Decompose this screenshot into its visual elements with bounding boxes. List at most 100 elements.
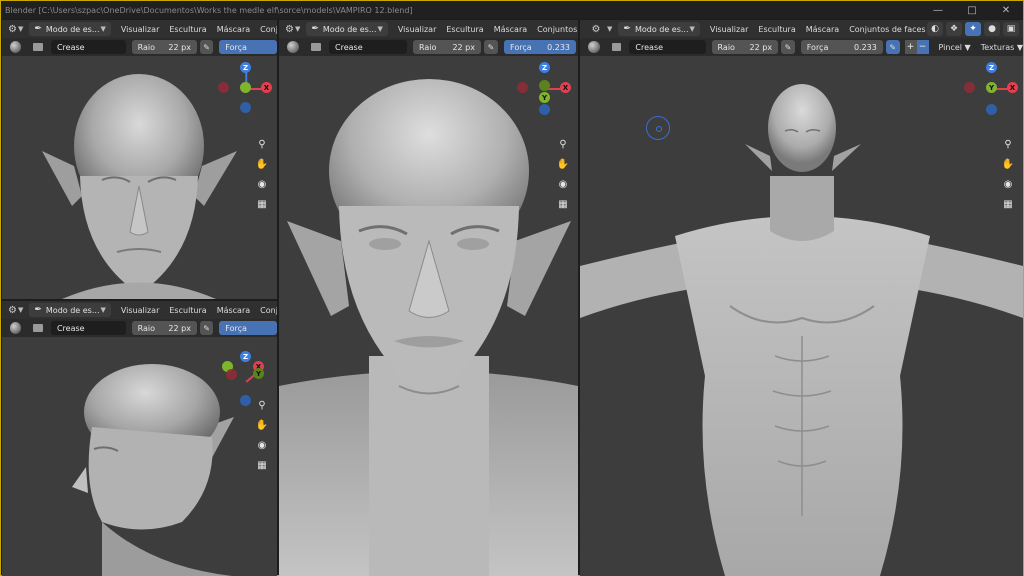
gizmo-neg-z-axis[interactable] <box>986 104 997 115</box>
brush-name-field[interactable]: Crease <box>329 40 407 54</box>
navigation-gizmo[interactable]: Z X Y <box>517 60 573 116</box>
3d-viewport[interactable]: Z X Y ⚲ ✋ ◉ ▦ <box>2 337 277 576</box>
zoom-icon[interactable]: ⚲ <box>254 397 270 413</box>
gizmo-z-axis[interactable]: Z <box>986 62 997 73</box>
folder-icon[interactable] <box>33 324 43 332</box>
strength-field[interactable]: Força <box>219 321 277 335</box>
zoom-icon[interactable]: ⚲ <box>555 136 571 152</box>
radius-field[interactable]: Raio 22 px <box>131 40 197 54</box>
gizmo-neg-x-axis[interactable] <box>517 82 528 93</box>
gizmo-x-axis[interactable]: X <box>261 82 272 93</box>
add-direction-button[interactable]: + <box>904 40 917 54</box>
camera-icon[interactable]: ◉ <box>254 176 270 192</box>
3d-viewport[interactable]: Z X Y ⚲ ✋ ◉ ▦ <box>580 56 1023 576</box>
radius-field[interactable]: Raio 22 px <box>711 40 779 54</box>
hand-pan-icon[interactable]: ✋ <box>254 156 270 172</box>
minimize-icon[interactable]: — <box>921 1 955 19</box>
menu-escultura[interactable]: Escultura <box>758 25 795 34</box>
editor-type-icon[interactable]: ⚙ <box>586 24 606 35</box>
gizmo-neg-y-axis[interactable] <box>539 80 550 91</box>
editor-type-icon[interactable]: ⚙ <box>285 24 294 35</box>
zoom-icon[interactable]: ⚲ <box>254 136 270 152</box>
navigation-gizmo[interactable]: Z X <box>218 60 274 116</box>
gizmo-y-axis[interactable]: Y <box>986 82 997 93</box>
gizmo-z-axis[interactable]: Z <box>240 62 251 73</box>
gizmo-x-axis[interactable]: X <box>560 82 571 93</box>
folder-icon[interactable] <box>311 43 321 51</box>
folder-icon[interactable] <box>611 43 622 51</box>
pen-pressure-icon[interactable]: ✎ <box>199 40 214 54</box>
hand-pan-icon[interactable]: ✋ <box>555 156 571 172</box>
mode-selector[interactable]: ✒ Modo de es... ▼ <box>306 22 388 36</box>
strength-field[interactable]: Força 0.233 <box>504 40 576 54</box>
editor-type-icon[interactable]: ⚙ <box>8 305 17 316</box>
menu-visualizar[interactable]: Visualizar <box>710 25 749 34</box>
window-toggle-icon[interactable]: ▣ <box>1003 22 1019 36</box>
3d-viewport[interactable]: Z X Y ⚲ ✋ ◉ ▦ <box>279 56 578 576</box>
mode-selector[interactable]: ✒ Modo de es... ▼ <box>618 22 700 36</box>
gizmo-neg-z-axis[interactable] <box>539 104 550 115</box>
pen-pressure-icon[interactable]: ✎ <box>199 321 214 335</box>
brush-preview-icon[interactable] <box>10 41 22 53</box>
brush-preview-icon[interactable] <box>588 41 600 53</box>
gizmo-toggle-icon[interactable]: ❖ <box>946 22 962 36</box>
subtract-direction-button[interactable]: − <box>916 40 929 54</box>
brush-name-field[interactable]: Crease <box>50 321 126 335</box>
menu-escultura[interactable]: Escultura <box>169 25 206 34</box>
mode-selector[interactable]: ✒ Modo de es... ▼ <box>29 303 111 317</box>
gizmo-z-axis[interactable]: Z <box>539 62 550 73</box>
3d-viewport[interactable]: Z X ⚲ ✋ ◉ ▦ <box>2 56 277 299</box>
strength-pressure-icon[interactable]: ✎ <box>885 40 900 54</box>
menu-escultura[interactable]: Escultura <box>169 306 206 315</box>
menu-mascara[interactable]: Máscara <box>217 25 250 34</box>
gizmo-neg-y-axis[interactable]: Y <box>253 368 264 379</box>
menu-visualizar[interactable]: Visualizar <box>121 306 160 315</box>
navigation-gizmo[interactable]: Z X Y <box>964 60 1020 116</box>
brush-name-field[interactable]: Crease <box>50 40 126 54</box>
gizmo-neg-x-axis[interactable] <box>226 369 237 380</box>
gizmo-neg-x-axis[interactable] <box>964 82 975 93</box>
gizmo-neg-z-axis[interactable] <box>240 102 251 113</box>
menu-conjuntos-de-faces[interactable]: Conjuntos de faces <box>849 25 925 34</box>
gizmo-y-axis[interactable] <box>240 82 251 93</box>
menu-conjuntos[interactable]: Conjuntos de <box>260 306 277 315</box>
gizmo-y-axis[interactable]: Y <box>539 92 550 103</box>
menu-visualizar[interactable]: Visualizar <box>398 25 437 34</box>
menu-conjuntos[interactable]: Conjuntos de <box>260 25 277 34</box>
folder-icon[interactable] <box>33 43 43 51</box>
grid-view-icon[interactable]: ▦ <box>1000 196 1016 212</box>
zoom-icon[interactable]: ⚲ <box>1000 136 1016 152</box>
gizmo-x-axis[interactable]: X <box>1007 82 1018 93</box>
shading-icon[interactable]: ● <box>984 22 1000 36</box>
grid-view-icon[interactable]: ▦ <box>555 196 571 212</box>
radius-field[interactable]: Raio 22 px <box>413 40 481 54</box>
brush-name-field[interactable]: Crease <box>629 40 706 54</box>
menu-mascara[interactable]: Máscara <box>494 25 527 34</box>
hand-pan-icon[interactable]: ✋ <box>254 417 270 433</box>
brush-menu[interactable]: Pincel ▼ <box>939 43 971 52</box>
gizmo-z-axis[interactable]: Z <box>240 351 251 362</box>
camera-icon[interactable]: ◉ <box>1000 176 1016 192</box>
menu-conjuntos-de-faces[interactable]: Conjuntos de faces <box>537 25 578 34</box>
hand-pan-icon[interactable]: ✋ <box>1000 156 1016 172</box>
editor-type-icon[interactable]: ⚙ <box>8 24 17 35</box>
menu-mascara[interactable]: Máscara <box>217 306 250 315</box>
brush-preview-icon[interactable] <box>10 322 22 334</box>
strength-field[interactable]: Força 0.233 <box>800 40 883 54</box>
maximize-icon[interactable]: □ <box>955 1 989 19</box>
camera-icon[interactable]: ◉ <box>555 176 571 192</box>
menu-mascara[interactable]: Máscara <box>806 25 839 34</box>
brush-preview-icon[interactable] <box>287 41 299 53</box>
grid-view-icon[interactable]: ▦ <box>254 196 270 212</box>
symmetry-icon[interactable]: ✦ <box>965 22 981 36</box>
pen-pressure-icon[interactable]: ✎ <box>781 40 795 54</box>
mode-selector[interactable]: ✒ Modo de es... ▼ <box>29 22 111 36</box>
menu-visualizar[interactable]: Visualizar <box>121 25 160 34</box>
menu-escultura[interactable]: Escultura <box>446 25 483 34</box>
gizmo-neg-x-axis[interactable] <box>218 82 229 93</box>
texture-menu[interactable]: Texturas ▼ <box>981 43 1023 52</box>
camera-icon[interactable]: ◉ <box>254 437 270 453</box>
pen-pressure-icon[interactable]: ✎ <box>484 40 498 54</box>
grid-view-icon[interactable]: ▦ <box>254 457 270 473</box>
close-icon[interactable]: ✕ <box>989 1 1023 19</box>
